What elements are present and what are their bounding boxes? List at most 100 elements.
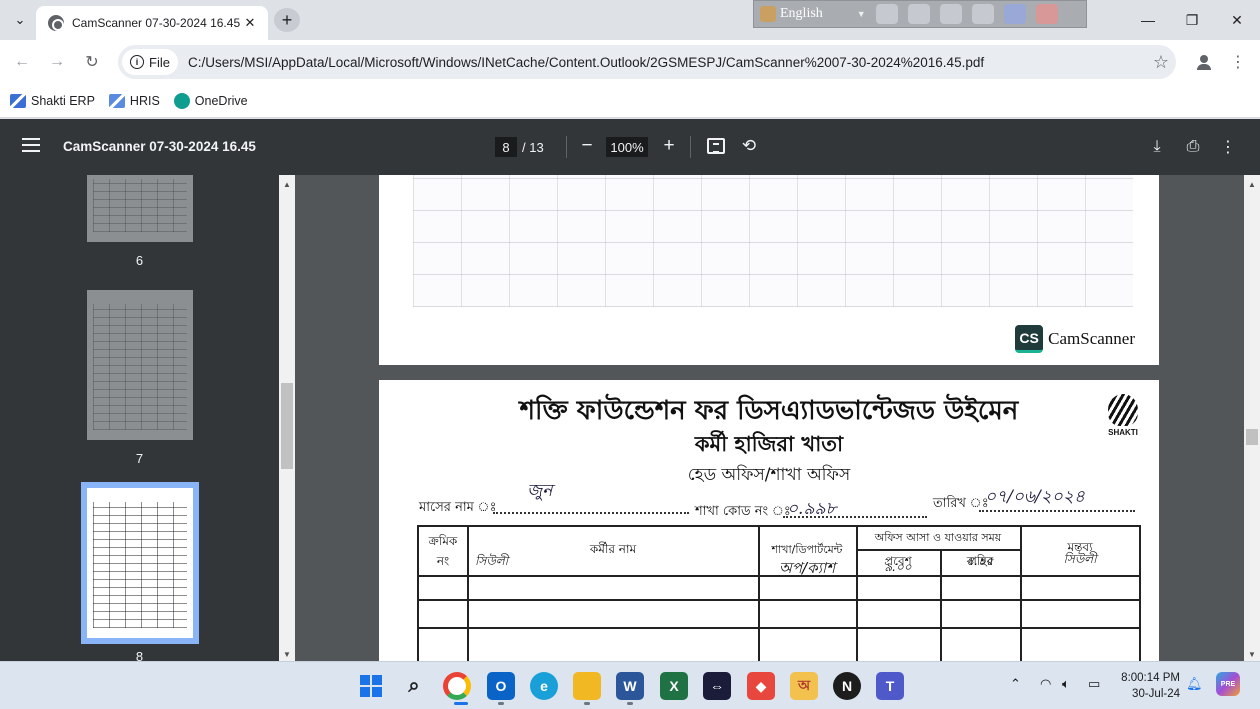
minimize-icon[interactable]: — [1136, 8, 1160, 32]
shakti-logo-text: SHAKTI [1108, 428, 1138, 437]
scroll-up-icon[interactable]: ▲ [1244, 177, 1260, 191]
thumbnail-page-6[interactable] [87, 175, 193, 242]
date-value: ০৭/০৬/২০২৪ [985, 487, 1085, 507]
bookmark-label: HRIS [129, 93, 160, 108]
forward-icon[interactable]: → [45, 50, 69, 74]
bookmark-label: Shakti ERP [31, 93, 95, 108]
scroll-down-icon[interactable]: ▼ [279, 647, 295, 661]
table-header-divider [856, 549, 1020, 551]
chrome-icon[interactable] [443, 672, 471, 700]
teamviewer-icon[interactable]: ⇔ [703, 672, 731, 700]
hand-tool-icon[interactable] [907, 4, 930, 24]
anydesk-icon[interactable]: ◆ [747, 672, 775, 700]
profile-icon[interactable] [1192, 50, 1216, 74]
settings-tool-icon[interactable] [939, 4, 962, 24]
bijoy-keyboard-icon[interactable]: অ [790, 672, 818, 700]
chrome-menu-icon[interactable]: ⋮ [1226, 50, 1250, 74]
fit-to-page-icon[interactable] [707, 138, 725, 154]
zoom-input[interactable]: 100% [606, 137, 648, 157]
bookmark-onedrive[interactable]: OneDrive [173, 92, 248, 109]
volume-icon[interactable]: 🔈︎ [1062, 676, 1070, 692]
teams-icon[interactable]: T [876, 672, 904, 700]
zoom-out-icon[interactable]: − [576, 135, 598, 157]
scroll-down-icon[interactable]: ▼ [1244, 647, 1260, 661]
windows-taskbar: ⌕ O e W X ⇔ ◆ অ N T ⌃ ◠ 🔈︎ ▭ 8:00:14 PM … [0, 661, 1260, 709]
bookmark-label: OneDrive [194, 93, 248, 108]
search-icon[interactable]: ⌕ [400, 672, 428, 700]
tab-title: CamScanner 07-30-2024 16.45 [72, 16, 241, 30]
wifi-icon[interactable]: ◠ [1040, 676, 1051, 692]
language-dropdown-icon[interactable]: ▼ [857, 9, 866, 19]
pdf-page-8: শক্তি ফাউন্ডেশন ফর ডিসএ্যাডভান্টেজড উইমে… [379, 380, 1159, 661]
show-hidden-icons-icon[interactable]: ⌃ [1010, 676, 1021, 692]
back-icon[interactable]: ← [10, 50, 34, 74]
document-scrollbar[interactable]: ▲ ▼ [1244, 175, 1260, 661]
help-icon[interactable] [1003, 4, 1026, 24]
camscanner-text: CamScanner [1048, 329, 1135, 348]
scanned-table-fragment [413, 175, 1133, 307]
camscanner-watermark: CS CamScanner [1015, 325, 1135, 353]
site-info-chip[interactable]: i File [122, 49, 178, 75]
battery-icon[interactable]: ▭ [1088, 676, 1100, 692]
pdf-document-area[interactable]: CS CamScanner শক্তি ফাউন্ডেশন ফর ডিসএ্যা… [295, 175, 1244, 661]
thumbnail-page-image [87, 488, 193, 638]
bookmark-star-icon[interactable]: ☆ [1146, 52, 1176, 73]
running-app-indicator [498, 702, 504, 705]
excel-icon[interactable]: X [660, 672, 688, 700]
header-serial: ক্রমিক নং [428, 534, 458, 568]
copilot-icon[interactable]: PRE [1216, 672, 1240, 696]
word-icon[interactable]: W [616, 672, 644, 700]
notification-bell-icon[interactable]: 🔔︎ [1186, 676, 1203, 692]
bookmarks-bar: Shakti ERP HRIS OneDrive [0, 84, 1260, 118]
zoom-in-icon[interactable]: + [658, 135, 680, 157]
thumbnail-label: 8 [135, 649, 144, 661]
month-dotted-line [493, 512, 689, 514]
thumbnail-label: 7 [135, 451, 144, 466]
new-tab-button[interactable]: + [274, 8, 300, 32]
address-bar[interactable]: i File C:/Users/MSI/AppData/Local/Micros… [118, 45, 1176, 79]
language-label[interactable]: English [780, 6, 823, 22]
language-bar-close-icon[interactable] [1035, 4, 1058, 24]
row-remarks: সিউলী [1063, 552, 1097, 566]
bookmark-hris[interactable]: HRIS [108, 93, 160, 108]
site-info-label: File [149, 54, 170, 70]
keyboard-tool-icon[interactable] [875, 4, 898, 24]
active-app-indicator [454, 702, 468, 705]
tab-search-chevron-icon[interactable]: ⌄ [8, 8, 32, 32]
browser-toolbar: ← → ↻ i File C:/Users/MSI/AppData/Local/… [0, 40, 1260, 84]
window-close-icon[interactable]: ✕ [1225, 8, 1249, 32]
refresh-tool-icon[interactable] [971, 4, 994, 24]
document-scroll-thumb[interactable] [1246, 429, 1258, 445]
thumbnail-page-8[interactable] [81, 482, 199, 644]
edge-icon[interactable]: e [530, 672, 558, 700]
reload-icon[interactable]: ↻ [80, 50, 104, 74]
start-icon[interactable] [357, 672, 385, 700]
scroll-up-icon[interactable]: ▲ [279, 177, 295, 191]
language-ime-icon[interactable] [760, 6, 776, 22]
running-app-indicator [627, 702, 633, 705]
more-actions-icon[interactable]: ⋮ [1217, 135, 1239, 159]
rotate-icon[interactable]: ⟲ [739, 136, 759, 156]
table-row-divider [419, 599, 1139, 601]
browser-tab[interactable]: CamScanner 07-30-2024 16.45 ✕ [36, 6, 268, 40]
thumbnail-content [93, 304, 187, 430]
page-number-input[interactable]: 8 [495, 137, 517, 157]
notion-icon[interactable]: N [833, 672, 861, 700]
tab-close-icon[interactable]: ✕ [242, 15, 258, 31]
print-icon[interactable]: ⎙ [1182, 135, 1204, 159]
pdf-page-7: CS CamScanner [379, 175, 1159, 365]
row-name: সিউলী [475, 554, 509, 568]
system-clock[interactable]: 8:00:14 PM 30-Jul-24 [1116, 670, 1180, 702]
thumbnail-page-7[interactable] [87, 290, 193, 440]
restore-icon[interactable]: ❐ [1180, 8, 1204, 32]
file-explorer-icon[interactable] [573, 672, 601, 700]
download-icon[interactable]: ⤓ [1146, 135, 1168, 159]
url-text[interactable]: C:/Users/MSI/AppData/Local/Microsoft/Win… [188, 55, 1146, 70]
outlook-icon[interactable]: O [487, 672, 515, 700]
sidebar-menu-icon[interactable] [22, 138, 40, 152]
thumbnail-content [93, 502, 187, 628]
sidebar-scroll-thumb[interactable] [281, 383, 293, 469]
sidebar-scrollbar[interactable]: ▲ ▼ [279, 175, 295, 661]
bookmark-shakti-erp[interactable]: Shakti ERP [10, 93, 95, 108]
toolbar-divider [566, 136, 567, 158]
